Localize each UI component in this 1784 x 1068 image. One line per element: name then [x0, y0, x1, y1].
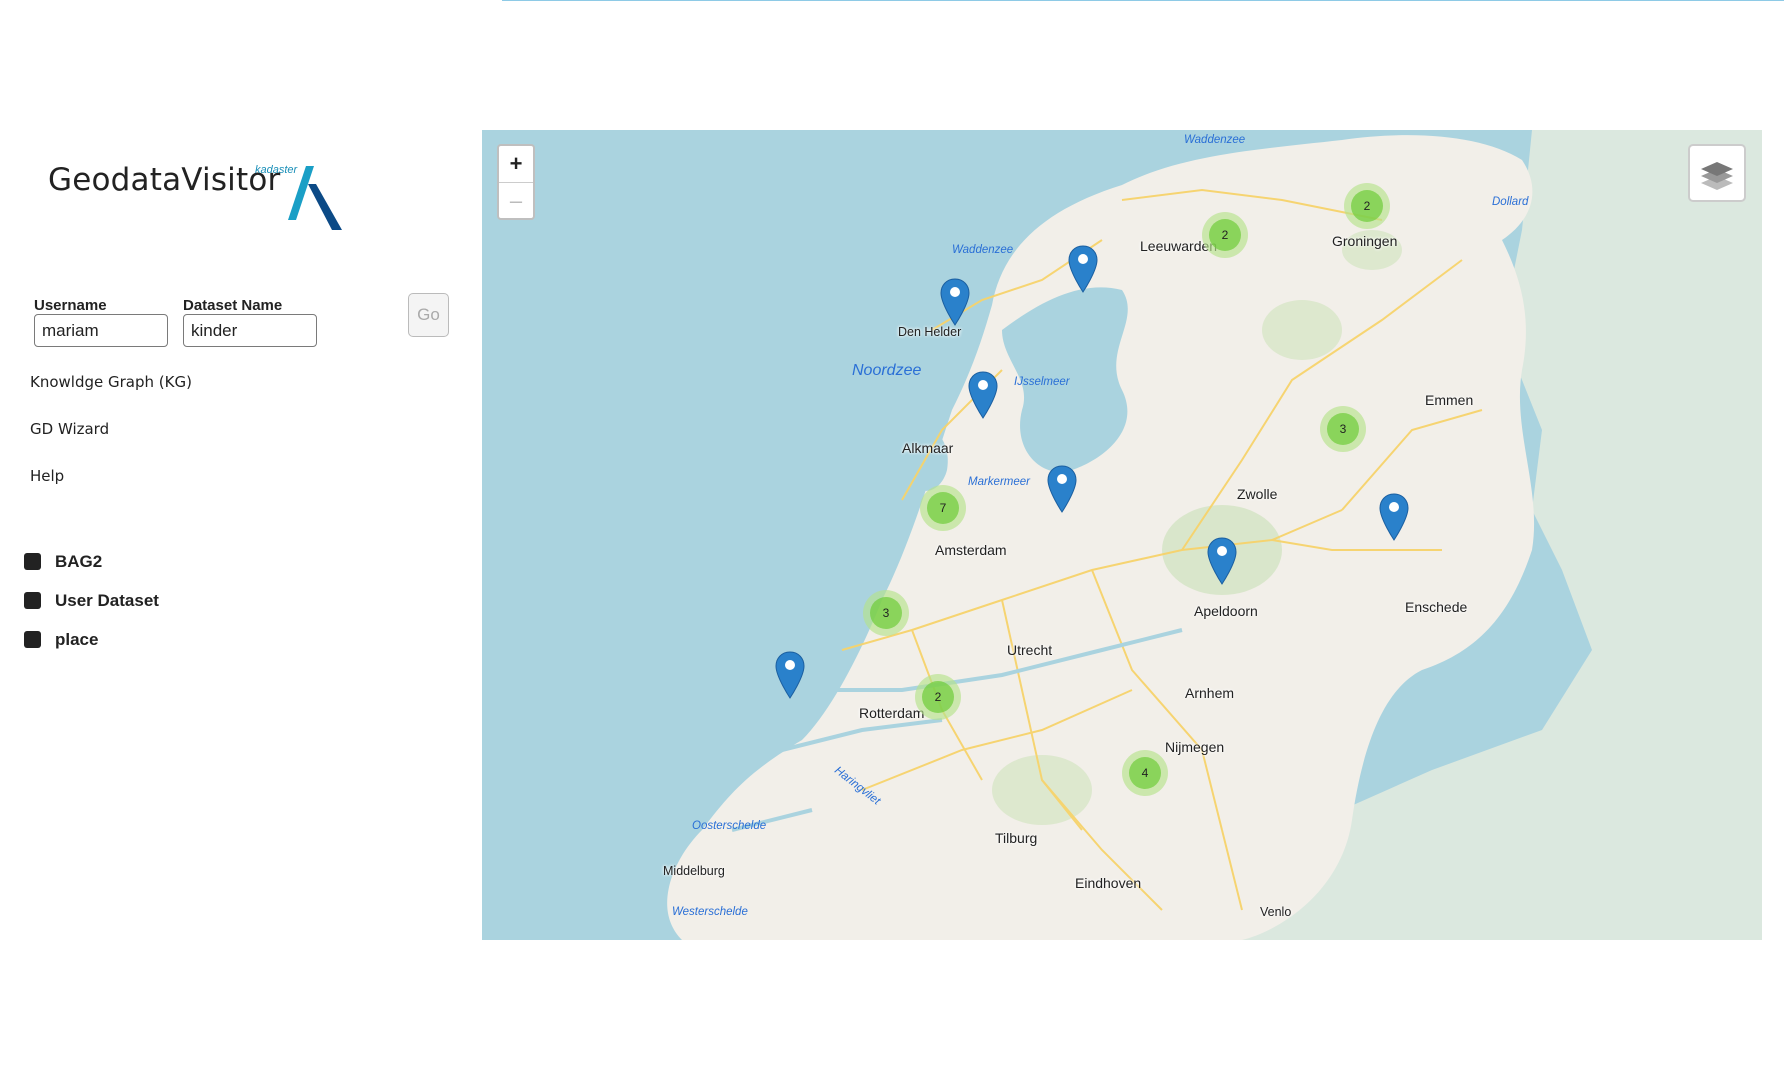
app-title: GeodataVisitor: [48, 162, 281, 198]
marker-cluster[interactable]: 3: [1320, 406, 1366, 452]
city-label-middelburg: Middelburg: [663, 864, 725, 878]
water-label-waddenzee: Waddenzee: [952, 244, 1014, 256]
cluster-count: 3: [1327, 413, 1359, 445]
city-label-enschede: Enschede: [1405, 599, 1468, 615]
water-label-waddenzee-east: Waddenzee: [1184, 134, 1246, 146]
map-marker-icon[interactable]: [967, 370, 999, 420]
go-button[interactable]: Go: [408, 293, 449, 337]
kadaster-logo-icon: [288, 166, 342, 230]
marker-cluster[interactable]: 7: [920, 485, 966, 531]
city-label-venlo: Venlo: [1260, 905, 1292, 919]
city-label-den-helder: Den Helder: [898, 325, 962, 339]
cluster-count: 2: [922, 681, 954, 713]
water-label-ijsselmeer: IJsselmeer: [1014, 376, 1070, 388]
city-label-nijmegen: Nijmegen: [1165, 739, 1225, 755]
cluster-count: 2: [1209, 219, 1241, 251]
marker-cluster[interactable]: 3: [863, 590, 909, 636]
username-input[interactable]: [34, 314, 168, 347]
city-label-apeldoorn: Apeldoorn: [1194, 603, 1258, 619]
cluster-count: 4: [1129, 757, 1161, 789]
cluster-count: 2: [1351, 190, 1383, 222]
marker-cluster[interactable]: 2: [915, 674, 961, 720]
marker-cluster[interactable]: 2: [1344, 183, 1390, 229]
cluster-count: 7: [927, 492, 959, 524]
city-label-emmen: Emmen: [1425, 392, 1474, 408]
legend-swatch: [24, 592, 41, 609]
marker-cluster[interactable]: 4: [1122, 750, 1168, 796]
layers-control-button[interactable]: [1688, 144, 1746, 202]
marker-cluster[interactable]: 2: [1202, 212, 1248, 258]
city-label-eindhoven: Eindhoven: [1075, 875, 1142, 891]
map-marker-icon[interactable]: [1046, 464, 1078, 514]
map-basemap: [482, 130, 1762, 940]
water-label-dollard: Dollard: [1492, 196, 1529, 208]
map-marker-icon[interactable]: [1378, 492, 1410, 542]
city-label-rotterdam: Rotterdam: [859, 705, 925, 721]
city-label-utrecht: Utrecht: [1007, 642, 1053, 658]
nav-knowledge-graph[interactable]: Knowldge Graph (KG): [30, 373, 192, 391]
map-marker-icon[interactable]: [1067, 244, 1099, 294]
dataset-name-input[interactable]: [183, 314, 317, 347]
dataset-name-label: Dataset Name: [183, 297, 283, 314]
zoom-in-button[interactable]: +: [499, 146, 533, 182]
nav-gd-wizard[interactable]: GD Wizard: [30, 420, 109, 438]
legend-label: place: [55, 630, 99, 649]
legend-label: User Dataset: [55, 591, 159, 610]
city-label-zwolle: Zwolle: [1237, 486, 1278, 502]
map-marker-icon[interactable]: [939, 277, 971, 327]
city-label-amsterdam: Amsterdam: [935, 542, 1007, 558]
map-view[interactable]: + – Waddenzee Waddenzee Dollard Noordzee…: [482, 130, 1762, 940]
map-marker-icon[interactable]: [774, 650, 806, 700]
cluster-count: 3: [870, 597, 902, 629]
top-divider: [502, 0, 1784, 1]
layers-icon: [1701, 162, 1733, 190]
nav-help[interactable]: Help: [30, 467, 64, 485]
city-label-groningen: Groningen: [1332, 233, 1398, 249]
water-label-markermeer: Markermeer: [968, 476, 1030, 488]
city-label-arnhem: Arnhem: [1185, 685, 1235, 701]
legend-swatch: [24, 553, 41, 570]
city-label-alkmaar: Alkmaar: [902, 440, 954, 456]
legend-label: BAG2: [55, 552, 103, 571]
zoom-out-button[interactable]: –: [499, 182, 533, 219]
map-marker-icon[interactable]: [1206, 536, 1238, 586]
water-label-westerschelde: Westerschelde: [672, 906, 748, 918]
water-label-noordzee: Noordzee: [852, 362, 922, 379]
username-label: Username: [34, 297, 107, 314]
zoom-control: + –: [497, 144, 535, 220]
legend-swatch: [24, 631, 41, 648]
city-label-tilburg: Tilburg: [995, 830, 1038, 846]
water-label-oosterschelde: Oosterschelde: [692, 820, 767, 832]
